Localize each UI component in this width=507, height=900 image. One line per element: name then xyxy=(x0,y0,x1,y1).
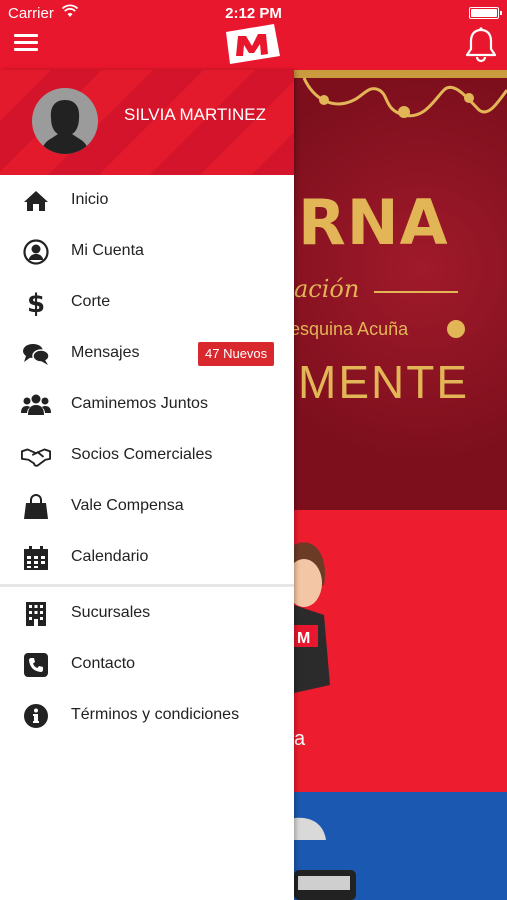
menu-item-terminos[interactable]: Términos y condiciones xyxy=(0,690,294,741)
shopping-bag-icon xyxy=(21,492,51,522)
side-drawer: SILVIA MARTINEZ Inicio Mi Cuenta $ Corte… xyxy=(0,70,294,900)
menu-item-label: Mensajes xyxy=(71,344,140,361)
mascot-panel[interactable]: M a xyxy=(294,510,507,792)
chat-icon xyxy=(21,339,51,369)
banner-script-text: ación xyxy=(294,275,360,303)
hamburger-icon[interactable] xyxy=(14,30,42,52)
top-navigation-bar: Carrier 2:12 PM xyxy=(0,0,507,70)
menu-item-label: Vale Compensa xyxy=(71,497,184,514)
bell-icon[interactable] xyxy=(462,26,502,66)
menu-item-mi-cuenta[interactable]: Mi Cuenta xyxy=(0,226,294,277)
menu-item-label: Contacto xyxy=(71,655,136,672)
calendar-icon xyxy=(21,543,51,573)
banner-word: MENTE xyxy=(298,356,469,408)
group-icon xyxy=(21,390,51,420)
menu-item-label: Términos y condiciones xyxy=(71,706,240,723)
mascot-illustration: M xyxy=(294,542,330,693)
home-icon xyxy=(21,186,51,216)
menu-item-label: Mi Cuenta xyxy=(71,242,144,259)
menu-item-mensajes[interactable]: Mensajes 47 Nuevos xyxy=(0,328,294,379)
info-icon xyxy=(21,701,51,731)
menu-item-caminemos-juntos[interactable]: Caminemos Juntos xyxy=(0,379,294,430)
phone-icon xyxy=(21,650,51,680)
avatar[interactable] xyxy=(32,88,98,154)
user-name: SILVIA MARTINEZ xyxy=(124,105,267,124)
menu-item-label: Calendario xyxy=(71,548,149,565)
menu-item-vale-compensa[interactable]: Vale Compensa xyxy=(0,481,294,532)
menu-item-sucursales[interactable]: Sucursales xyxy=(0,588,294,639)
ornament-decoration xyxy=(294,70,507,118)
promo-banner[interactable]: RNA ación esquina Acuña MENTE xyxy=(294,70,507,510)
svg-text:M: M xyxy=(297,630,310,647)
menu-item-contacto[interactable]: Contacto xyxy=(0,639,294,690)
banner-address: esquina Acuña xyxy=(294,319,409,339)
dollar-icon: $ xyxy=(21,288,51,318)
menu-item-corte[interactable]: $ Corte xyxy=(0,277,294,328)
building-icon xyxy=(21,599,51,629)
battery-icon xyxy=(469,7,502,19)
messages-count-badge: 47 Nuevos xyxy=(198,342,275,366)
menu-divider xyxy=(0,584,294,587)
home-content-background: RNA ación esquina Acuña MENTE M a xyxy=(294,70,507,900)
banner-dot xyxy=(447,320,465,338)
panel-text: a xyxy=(294,728,306,750)
menu-item-label: Corte xyxy=(71,293,111,310)
blue-panel[interactable] xyxy=(294,792,507,900)
m-logo-icon xyxy=(222,22,282,66)
menu-item-label: Caminemos Juntos xyxy=(71,395,208,412)
drawer-menu: Inicio Mi Cuenta $ Corte Mensajes 47 Nue… xyxy=(0,175,294,741)
clock: 2:12 PM xyxy=(225,5,282,22)
menu-item-inicio[interactable]: Inicio xyxy=(0,175,294,226)
menu-item-label: Sucursales xyxy=(71,604,151,621)
menu-item-label: Inicio xyxy=(71,191,109,208)
menu-item-label: Socios Comerciales xyxy=(71,446,213,463)
drawer-profile-header: SILVIA MARTINEZ xyxy=(0,70,294,175)
menu-item-calendario[interactable]: Calendario xyxy=(0,532,294,583)
svg-text:$: $ xyxy=(27,289,45,317)
handshake-icon xyxy=(21,441,51,471)
user-circle-icon xyxy=(21,237,51,267)
banner-divider-line xyxy=(374,291,458,293)
device-illustration xyxy=(294,817,356,900)
menu-item-socios-comerciales[interactable]: Socios Comerciales xyxy=(0,430,294,481)
banner-title: RNA xyxy=(298,186,449,259)
